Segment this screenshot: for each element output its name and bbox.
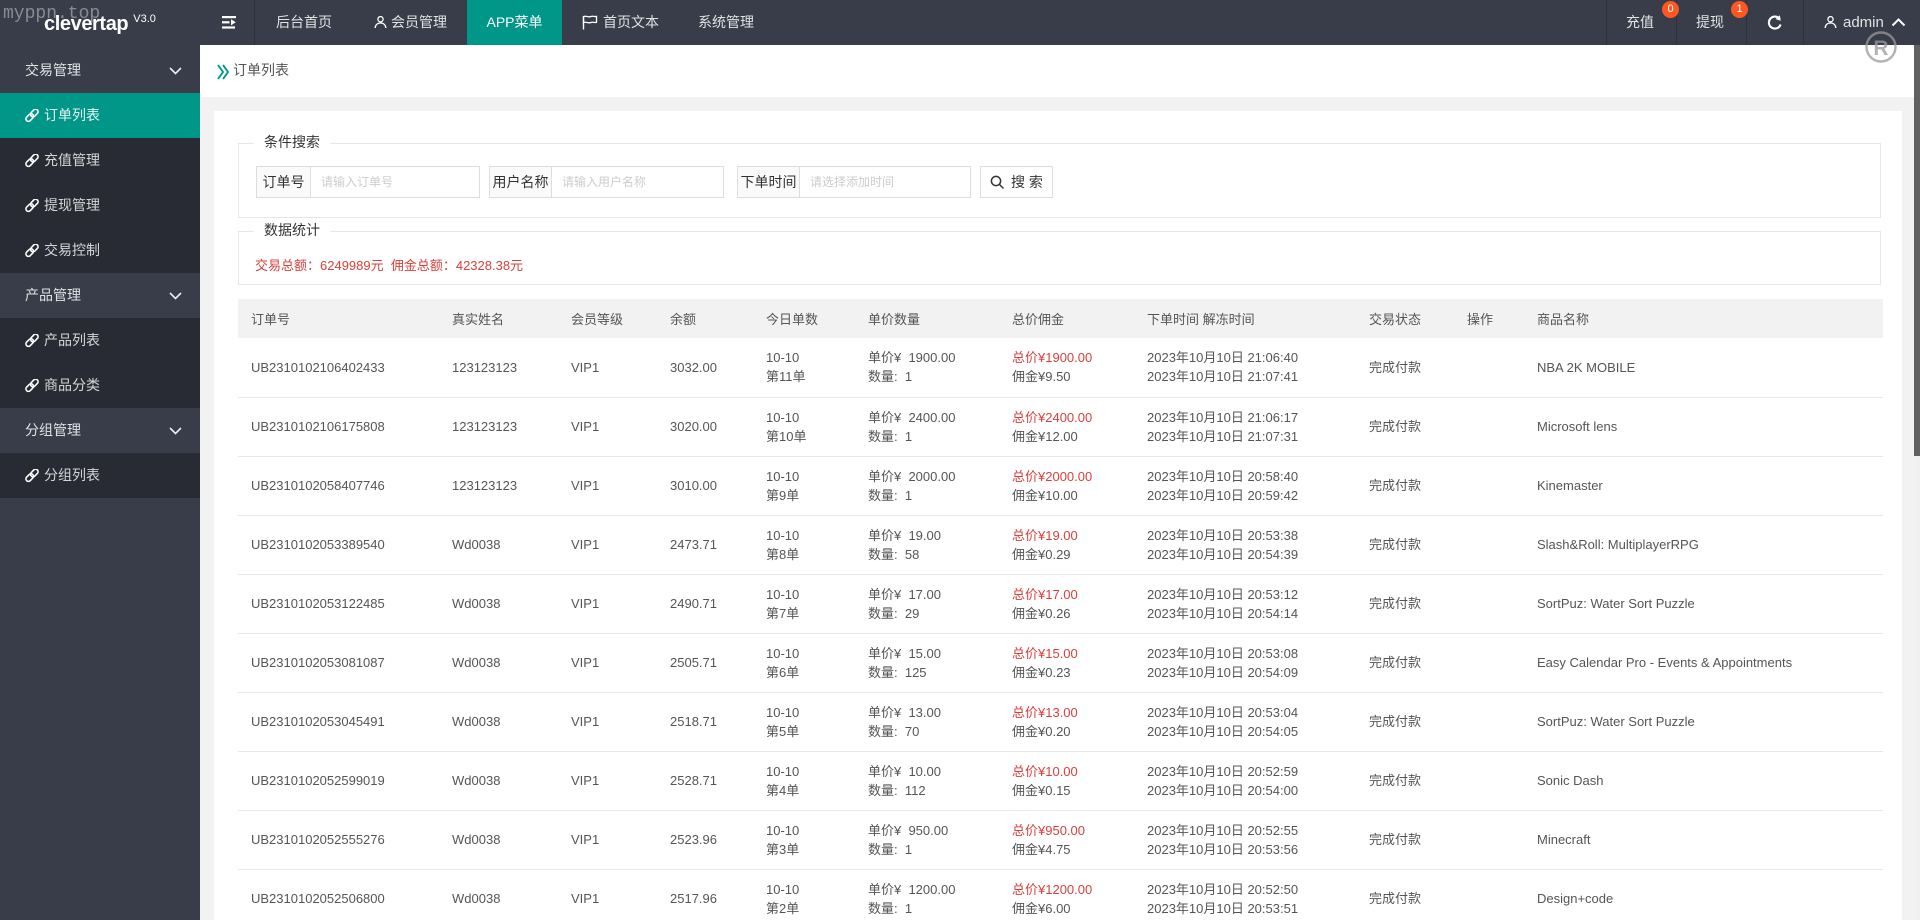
svg-text:R: R [1873,37,1888,60]
